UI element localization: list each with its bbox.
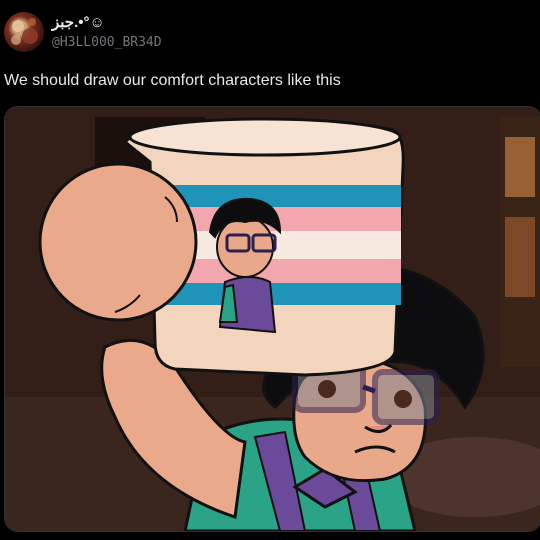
illustration: [5, 107, 540, 531]
user-handle[interactable]: @H3LL000_BR34D: [52, 35, 162, 50]
flag-stripe-blue-top: [153, 185, 401, 207]
left-eye: [318, 380, 336, 398]
flag-stripe-blue-bottom: [153, 283, 401, 305]
avatar[interactable]: [4, 12, 44, 52]
mug-figure-face: [216, 216, 274, 278]
avatar-image-icon: [11, 18, 38, 45]
mug-rim: [128, 117, 402, 157]
hand: [38, 162, 198, 322]
right-eye: [394, 390, 412, 408]
display-name[interactable]: جبز.•°☺: [52, 13, 105, 31]
tweet-media-image[interactable]: [4, 106, 540, 532]
tweet-header: جبز.•°☺ @H3LL000_BR34D: [0, 0, 540, 64]
tweet-text: We should draw our comfort characters li…: [4, 72, 341, 89]
